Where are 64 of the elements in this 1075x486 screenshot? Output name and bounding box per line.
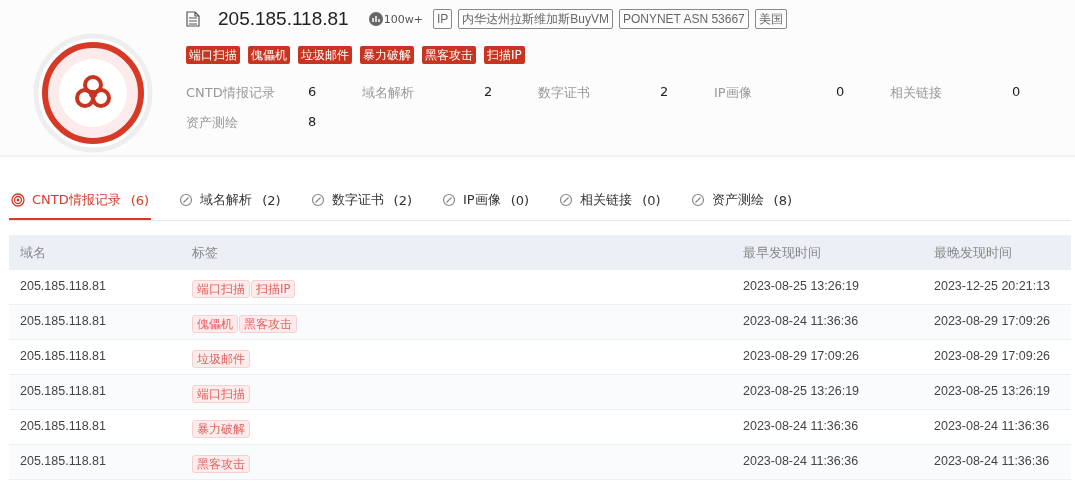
table-cell-text: 205.185.118.81 [19, 349, 107, 363]
table-cell-text: 2023-08-24 11:36:36 [933, 419, 1050, 433]
ip-address: 205.185.118.81 [218, 8, 349, 30]
threat-tag: 黑客攻击 [422, 46, 476, 64]
stat-label: 相关链接 [890, 84, 943, 102]
table-cell-text: 205.185.118.81 [19, 419, 107, 433]
column-header: 最晚发现时间 [933, 243, 1012, 262]
table-cell-text: 2023-08-24 11:36:36 [742, 419, 860, 433]
table-cell-text: 2023-08-25 13:26:19 [742, 384, 861, 398]
info-tag: IP [432, 9, 453, 29]
table-cell-text: 2023-08-25 13:26:19 [742, 279, 861, 293]
table-cell-text: 205.185.118.81 [19, 384, 107, 398]
stat-label: IP画像 [714, 84, 753, 102]
tab[interactable]: 相关链接 (0) [557, 187, 663, 220]
tab[interactable]: IP画像 (0) [440, 187, 532, 220]
stat-label: 资产测绘 [186, 114, 239, 132]
tag: 暴力破解 [192, 420, 250, 438]
stat-value: 2 [484, 84, 493, 101]
tab[interactable]: 域名解析 (2) [177, 187, 283, 220]
table-cell-text: 2023-08-29 17:09:26 [933, 314, 1051, 328]
stat-value: 8 [308, 114, 317, 131]
table-cell-text: 205.185.118.81 [19, 454, 107, 468]
tag: 端口扫描 [192, 280, 250, 298]
radar-icon [11, 193, 25, 207]
table-cell-text: 2023-12-25 20:21:13 [933, 279, 1051, 293]
table-cell-text: 2023-08-29 17:09:26 [933, 349, 1051, 363]
stat-value: 0 [836, 84, 845, 101]
table-cell-text: 2023-08-29 17:09:26 [742, 349, 861, 363]
stat-label: 数字证书 [538, 84, 591, 102]
table-cell-text: 2023-08-24 11:36:36 [742, 454, 860, 468]
tag: 傀儡机 [192, 315, 238, 333]
column-header: 最早发现时间 [742, 243, 822, 262]
tag: 黑客攻击 [192, 455, 250, 473]
info-tag: 美国 [754, 9, 787, 29]
chart-icon [368, 12, 383, 26]
threat-tag: 垃圾邮件 [298, 46, 352, 64]
threat-tag: 暴力破解 [360, 46, 414, 64]
threat-tag: 扫描IP [484, 46, 525, 64]
info-tag: 内华达州拉斯维加斯BuyVM [458, 9, 613, 29]
tag: 扫描IP [251, 280, 296, 298]
column-header: 域名 [19, 243, 47, 262]
tab[interactable]: CNTD情报记录 (6) [9, 187, 152, 220]
table-cell-text: 205.185.118.81 [19, 279, 107, 293]
stat-value: 0 [1012, 84, 1021, 101]
column-header: 标签 [191, 243, 219, 262]
tag: 端口扫描 [192, 385, 250, 403]
table-cell-text: 205.185.118.81 [19, 314, 107, 328]
stat-value: 2 [660, 84, 669, 101]
tag: 垃圾邮件 [192, 350, 250, 368]
heat-count: 100w+ [383, 12, 423, 26]
biohazard-threat-icon [33, 33, 153, 153]
table-cell-text: 2023-08-24 11:36:36 [742, 314, 860, 328]
tab[interactable]: 数字证书 (2) [308, 187, 415, 220]
tab[interactable]: 资产测绘 (8) [688, 187, 794, 220]
info-tag: PONYNET ASN 53667 [618, 9, 749, 29]
document-icon [186, 11, 200, 27]
tag: 黑客攻击 [239, 315, 297, 333]
stat-label: 域名解析 [362, 84, 415, 102]
threat-tag: 端口扫描 [186, 46, 240, 64]
threat-tag: 傀儡机 [248, 46, 290, 64]
table-cell-text: 2023-08-24 11:36:36 [933, 454, 1050, 468]
stat-label: CNTD情报记录 [186, 84, 276, 102]
table-cell-text: 2023-08-25 13:26:19 [933, 384, 1051, 398]
stat-value: 6 [308, 84, 317, 101]
